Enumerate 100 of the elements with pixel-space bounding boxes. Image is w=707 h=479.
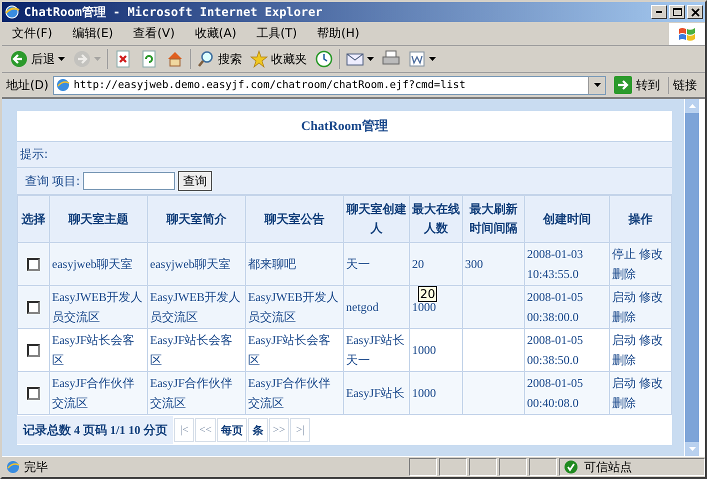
go-button[interactable]: 转到 xyxy=(610,76,664,94)
column-header: 聊天室创建人 xyxy=(344,196,410,242)
table-cell: 2008-01-03 10:43:55.0 xyxy=(524,242,610,286)
column-header: 操作 xyxy=(610,196,672,242)
home-icon xyxy=(166,50,184,68)
star-icon xyxy=(250,50,268,68)
query-label: 查询 xyxy=(25,172,49,190)
hint-label: 提示: xyxy=(20,146,48,163)
dropdown-icon[interactable] xyxy=(594,83,600,87)
status-pane xyxy=(439,458,467,476)
browser-icon xyxy=(4,4,20,20)
action-link[interactable]: 修改 xyxy=(639,247,663,261)
checkbox[interactable] xyxy=(27,258,40,270)
address-label: 地址(D) xyxy=(6,76,49,94)
page-icon xyxy=(6,460,20,474)
stop-icon xyxy=(114,50,132,68)
action-link[interactable]: 启动 xyxy=(612,290,636,304)
column-header: 最大在线人数 xyxy=(410,196,462,242)
table-cell: easyjweb聊天室 xyxy=(148,242,246,286)
maximize-button[interactable] xyxy=(669,5,685,19)
status-text: 完毕 xyxy=(24,458,48,476)
back-icon xyxy=(10,50,28,68)
minimize-icon xyxy=(656,11,662,13)
table-cell: netgod xyxy=(344,286,410,328)
links-button[interactable]: 链接 xyxy=(668,76,701,94)
table-cell: EasyJWEB开发人员交流区 xyxy=(148,286,246,328)
menu-item[interactable]: 收藏(A) xyxy=(184,25,246,42)
close-button[interactable] xyxy=(687,5,703,19)
query-button[interactable]: 查询 xyxy=(178,171,212,191)
caret-icon xyxy=(94,57,101,61)
table-cell: EasyJF站长会客区 xyxy=(246,328,344,372)
table-cell: EasyJF站长会客区 xyxy=(148,328,246,372)
table-cell: EasyJWEB开发人员交流区 xyxy=(50,286,148,328)
action-link[interactable]: 删除 xyxy=(612,267,636,281)
table-cell: 2008-01-05 00:40:08.0 xyxy=(524,372,610,414)
table-cell: 2008-01-05 00:38:50.0 xyxy=(524,328,610,372)
table-cell: 天一 xyxy=(344,242,410,286)
action-link[interactable]: 删除 xyxy=(612,396,636,410)
menu-item[interactable]: 工具(T) xyxy=(246,25,308,42)
checkbox[interactable] xyxy=(27,344,40,356)
column-header: 选择 xyxy=(18,196,50,242)
table-cell: EasyJF站长 xyxy=(344,372,410,414)
action-link[interactable]: 修改 xyxy=(639,376,663,390)
action-link[interactable]: 启动 xyxy=(612,376,636,390)
table-cell: EasyJWEB开发人员交流区 xyxy=(246,286,344,328)
toolbar-button[interactable]: 搜索 xyxy=(193,50,246,68)
menu-item[interactable]: 编辑(E) xyxy=(62,25,124,42)
zone-label: 可信站点 xyxy=(584,458,632,476)
column-header: 最大刷新时间间隔 xyxy=(462,196,524,242)
url-text: http://easyjweb.demo.easyjf.com/chatroom/chatRoom.ejf?cmd=list xyxy=(74,79,467,91)
table-cell: 1000 xyxy=(410,328,462,372)
column-header: 聊天室简介 xyxy=(148,196,246,242)
status-pane xyxy=(499,458,527,476)
search-icon xyxy=(197,50,215,68)
action-link[interactable]: 停止 xyxy=(612,247,636,261)
table-cell: 20 xyxy=(410,242,462,286)
check-icon xyxy=(564,460,578,474)
table-cell: 300 xyxy=(462,242,524,286)
menu-item[interactable]: 帮助(H) xyxy=(307,25,370,42)
table-cell: EasyJF站长天一 xyxy=(344,328,410,372)
table-cell: 2008-01-05 00:38:00.0 xyxy=(524,286,610,328)
table-cell: EasyJF站长会客区 xyxy=(50,328,148,372)
address-field[interactable]: http://easyjweb.demo.easyjf.com/chatroom/chatRoom.ejf?cmd=list xyxy=(52,76,606,94)
caret-icon xyxy=(367,57,374,61)
action-link[interactable]: 删除 xyxy=(612,353,636,367)
action-link[interactable]: 删除 xyxy=(612,310,636,324)
record-summary: 记录总数 4 页码 1/1 10 分页 xyxy=(17,416,174,444)
page-icon xyxy=(56,78,70,92)
action-link[interactable]: 修改 xyxy=(639,290,663,304)
history-icon xyxy=(315,50,333,68)
toolbar-button[interactable]: 后退 xyxy=(6,50,69,68)
tooltip: 20 xyxy=(418,286,438,302)
checkbox[interactable] xyxy=(27,300,40,314)
pager-button[interactable]: 条 xyxy=(248,418,268,442)
table-cell: EasyJF合作伙伴交流区 xyxy=(50,372,148,414)
status-pane xyxy=(409,458,437,476)
table-cell: EasyJF合作伙伴交流区 xyxy=(148,372,246,414)
table-cell: 都来聊吧 xyxy=(246,242,344,286)
table-cell: 1000 xyxy=(412,300,436,314)
minimize-button[interactable] xyxy=(651,5,667,19)
toolbar-button[interactable]: 收藏夹 xyxy=(246,50,311,68)
query-field[interactable] xyxy=(83,172,176,190)
menu-item[interactable]: 文件(F) xyxy=(2,25,62,42)
menu-item[interactable]: 查看(V) xyxy=(123,25,185,42)
maximize-icon xyxy=(672,7,682,17)
pager-button[interactable]: 每页 xyxy=(216,418,247,442)
close-icon xyxy=(690,7,700,17)
column-header: 创建时间 xyxy=(524,196,610,242)
table-cell: 1000 xyxy=(410,372,462,414)
page-title: ChatRoom管理 xyxy=(17,111,672,142)
checkbox[interactable] xyxy=(27,386,40,400)
refresh-icon xyxy=(140,50,158,68)
table-cell: easyjweb聊天室 xyxy=(50,242,148,286)
action-link[interactable]: 修改 xyxy=(639,333,663,347)
column-header: 聊天室公告 xyxy=(246,196,344,242)
windows-logo-icon xyxy=(678,26,696,42)
action-link[interactable]: 启动 xyxy=(612,333,636,347)
status-pane xyxy=(529,458,557,476)
window-title: ChatRoom管理 - Microsoft Internet Explorer xyxy=(24,4,324,20)
table-cell: EasyJF合作伙伴交流区 xyxy=(246,372,344,414)
